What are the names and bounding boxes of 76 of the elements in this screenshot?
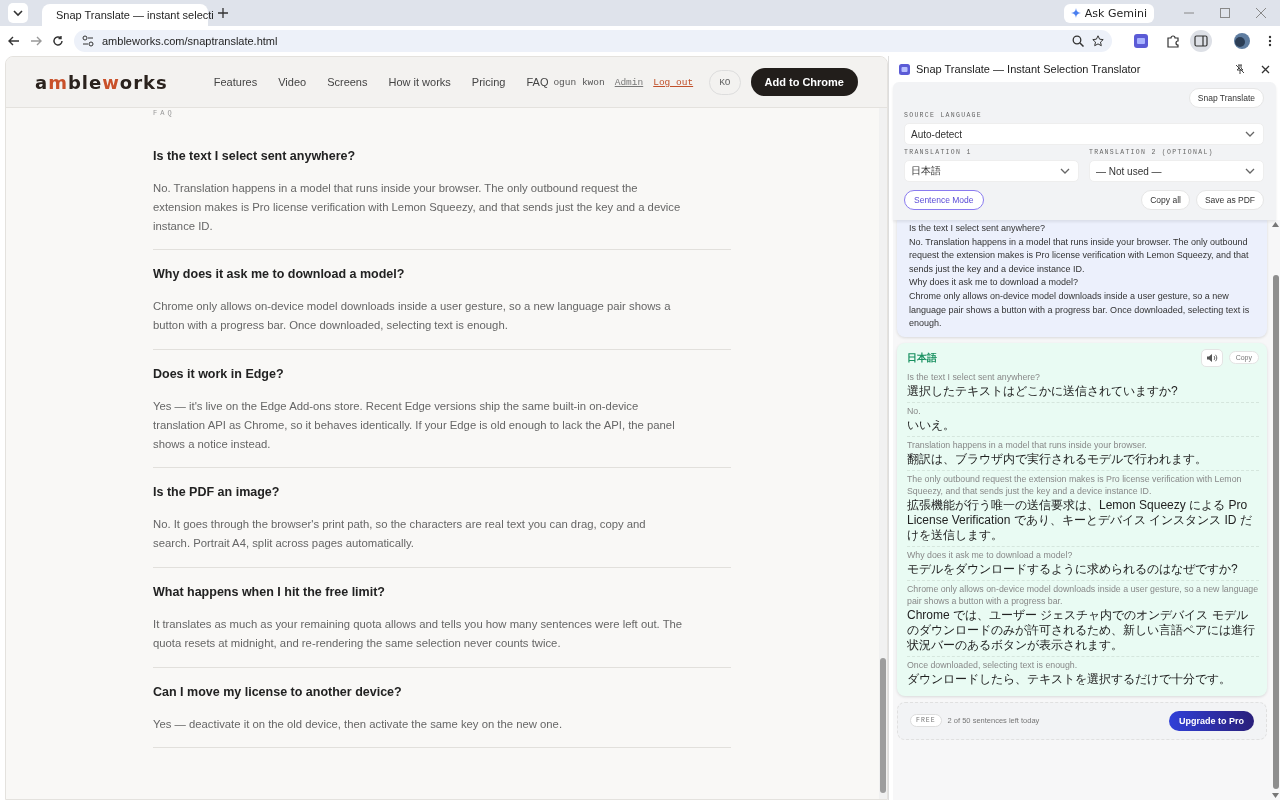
source-text: Why does it ask me to download a model? [909,276,1080,290]
source-sentence: No. [907,404,922,417]
faq-question: Why does it ask me to download a model? [153,267,406,283]
scroll-up-icon[interactable] [1272,222,1279,227]
translated-sentence: Chrome では、ユーザー ジェスチャ内でのオンデバイス モデルのダウンロードのみが許可されるため、新しい言語ペアには進行状況バーのあるボタンが表示されます。 [907,607,1256,653]
scroll-down-icon[interactable] [1272,793,1279,798]
maximize-icon[interactable] [1220,8,1230,18]
side-panel-icon[interactable] [1190,30,1212,52]
source-sentence: Chrome only allows on-device model downloads inside a user gesture, so a new language pair shows a button with a progress bar. [907,582,1259,607]
source-sentence: Once downloaded, selecting text is enough. [907,658,1079,671]
admin-link[interactable]: Admin [614,76,644,88]
translated-sentence: いいえ。 [907,417,956,433]
faq-answer: It translates as much as your remaining quota allows and tells you how many sentences were left out. The quota resets at midnight, and re-rendering the same selection never counts twice. [153,616,683,651]
extensions-icon[interactable] [1166,34,1180,48]
faq-answer: Yes — deactivate it on the old device, then activate the same key on the new one. [153,716,564,732]
ask-gemini-button[interactable]: Ask Gemini [1063,3,1154,23]
faq-question: Is the PDF an image? [153,485,281,501]
sentence-mode-toggle[interactable]: Sentence Mode [904,190,984,210]
address-bar[interactable]: ambleworks.com/snaptranslate.html [74,30,1112,52]
translated-sentence: モデルをダウンロードするように求められるのはなぜですか? [907,561,1239,577]
source-sentence: The only outbound request the extension makes is Pro license verification with Lemon Squeezy, and that sends just the key and a device instance ID. [907,472,1243,497]
language-dropdown[interactable]: — Not used — [1089,160,1264,182]
panel-title: Snap Translate — Instant Selection Translator [916,63,1141,75]
faq-answer: Chrome only allows on-device model downloads inside a user gesture, so a new language pair shows a button with a progress bar. Once downloaded, selecting text is enough. [153,299,672,334]
nav-link[interactable]: Pricing [471,76,506,88]
translated-sentence: 翻訳は、ブラウザ内で実行されるモデルで行われます。 [907,451,1208,467]
copy-all-button[interactable]: Copy all [1141,190,1190,210]
source-text: Chrome only allows on-device model downloads inside a user gesture, so a new language pair shows a button with a progress bar. Once downloaded, selecting text is enough. [909,289,1251,331]
speak-button[interactable] [1200,348,1223,367]
sparkle-icon [1070,8,1081,18]
faq-question: Can I move my license to another device? [153,684,403,700]
translated-sentence: ダウンロードしたら、テキストを選択するだけで十分です。 [907,671,1232,687]
faq-question: Is the text I select sent anywhere? [153,149,357,164]
back-icon[interactable] [8,35,20,47]
nav-link[interactable]: Video [278,76,307,88]
source-text: Is the text I select sent anywhere? [909,222,1047,235]
translated-sentence: 選択したテキストはどこかに送信されていますか? [907,383,1179,399]
more-icon[interactable] [1268,35,1272,47]
upgrade-button[interactable]: Upgrade to Pro [1169,710,1254,731]
speaker-icon [1205,352,1218,363]
language-label: 日本語 [907,350,938,365]
save-pdf-button[interactable]: Save as PDF [1195,190,1264,210]
source-sentence: Translation happens in a model that runs inside your browser. [907,438,1148,451]
tab-list-icon[interactable] [8,3,28,23]
site-logo[interactable]: ambleworks [35,71,168,93]
snap-translate-button[interactable]: Snap Translate [1188,88,1264,108]
extension-app-icon[interactable] [1134,34,1148,48]
new-tab-icon[interactable] [218,8,228,18]
language-dropdown[interactable]: Auto-detect [904,123,1264,145]
translate-app-icon [899,63,910,75]
zoom-icon[interactable] [1072,35,1084,47]
site-info-icon[interactable] [82,35,94,47]
nav-link[interactable]: How it works [388,76,451,88]
source-text: No. Translation happens in a model that runs inside your browser. The only outbound request the extension makes is Pro license verification with Lemon Squeezy, and that sends just the key and a device instance ID. [909,235,1250,276]
faq-question: Does it work in Edge? [153,367,285,382]
add-to-chrome-button[interactable]: Add to Chrome [750,68,858,96]
forward-icon[interactable] [30,35,42,47]
close-icon[interactable] [1261,64,1270,74]
source-sentence: Is the text I select sent anywhere? [907,370,1041,383]
logout-link[interactable]: Log out [653,76,694,88]
translated-sentence: 拡張機能が行う唯一の送信要求は、Lemon Squeezy による Pro License Verification であり、キーとデバイス インスタンス ID だけを送信します。 [907,497,1253,543]
tab-title: Snap Translate — instant selecti [56,9,214,21]
nav-link[interactable]: Screens [327,76,368,88]
nav-link[interactable]: FAQ [526,76,549,88]
language-dropdown[interactable]: 日本語 [904,160,1079,182]
faq-question: What happens when I hit the free limit? [153,584,386,600]
bookmark-star-icon[interactable] [1092,35,1104,47]
user-name: ogun kwon [553,76,605,88]
reload-icon[interactable] [52,35,64,47]
unpin-icon[interactable] [1235,64,1245,74]
faq-answer: Yes — it's live on the Edge Add-ons store. Recent Edge versions ship the same built-in on-device translation API as Chrome, so it behaves identically. If your Edge is old enough to lack the API, the panel shows a notice instead. [153,399,676,452]
source-sentence: Why does it ask me to download a model? [907,548,1074,561]
faq-answer: No. It goes through the browser's print path, so the characters are real text you can drag, copy and search. Portrait A4, split across pages automatically. [153,517,647,552]
faq-answer: No. Translation happens in a model that runs inside your browser. The only outbound request the extension makes is Pro license verification with Lemon Squeezy, and that sends just the key and a device instance ID. [153,181,682,234]
avatar-icon[interactable] [1234,33,1250,49]
nav-link[interactable]: Features [213,76,258,88]
